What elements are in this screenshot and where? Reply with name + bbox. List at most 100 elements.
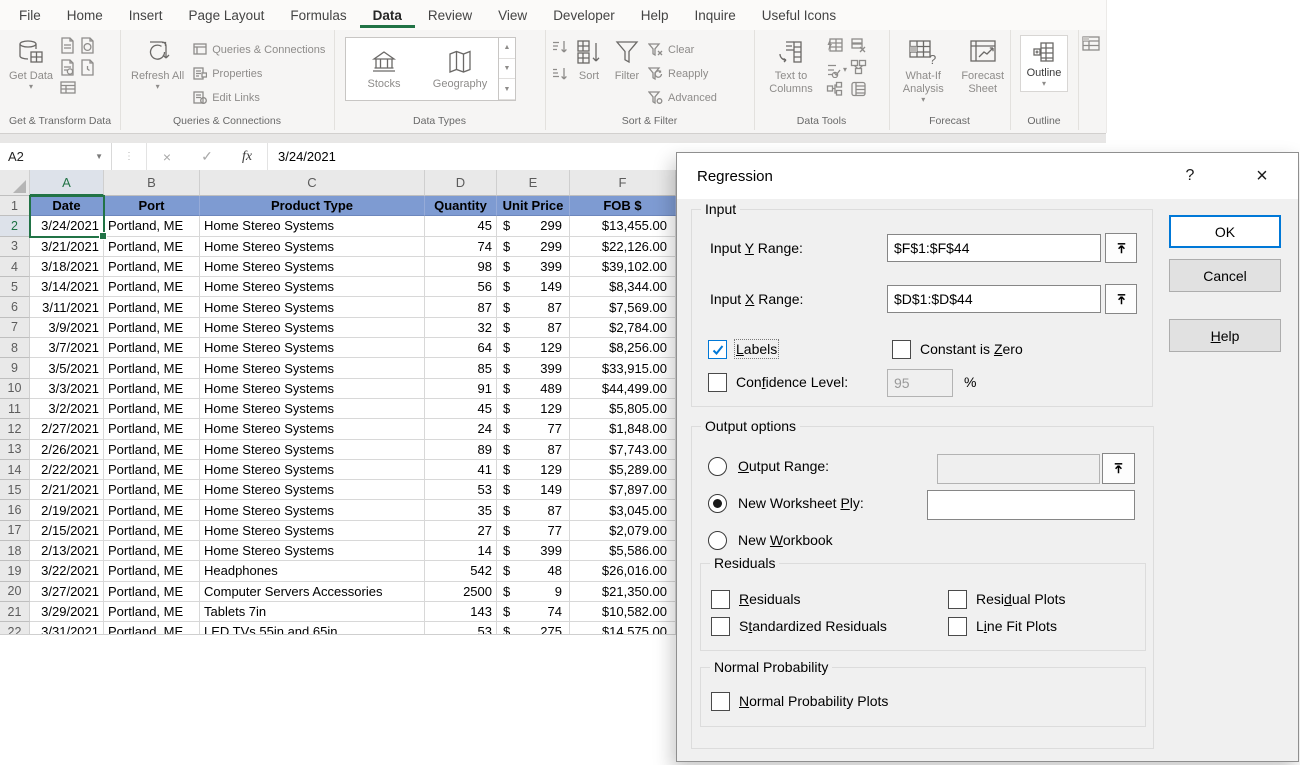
cell[interactable]: $33,915.00 (570, 358, 676, 378)
cell[interactable]: $2,079.00 (570, 521, 676, 541)
reapply-filter-button[interactable]: Reapply (648, 63, 717, 84)
line-fit-plots-checkbox[interactable] (948, 617, 967, 636)
tab-help[interactable]: Help (628, 2, 682, 28)
manage-data-model-icon[interactable] (850, 81, 874, 103)
text-to-columns-button[interactable]: Text to Columns (760, 35, 822, 97)
output-range-radio[interactable] (708, 457, 727, 476)
row-number[interactable]: 16 (0, 500, 30, 520)
refresh-all-button[interactable]: Refresh All ▾ (128, 35, 187, 92)
formula-bar-grip[interactable]: ⋮ (112, 151, 146, 162)
cell[interactable]: 3/3/2021 (30, 379, 104, 399)
cell[interactable]: $87 (497, 500, 570, 520)
stocks-button[interactable]: Stocks (346, 38, 422, 100)
header-cell[interactable]: Port (104, 196, 200, 216)
insert-function-icon[interactable]: fx (227, 149, 267, 165)
cell[interactable]: 2/15/2021 (30, 521, 104, 541)
cell[interactable]: Portland, ME (104, 541, 200, 561)
tab-data[interactable]: Data (360, 2, 415, 28)
residuals-checkbox[interactable] (711, 590, 730, 609)
worksheet-grid[interactable]: ABCDEF1DatePortProduct TypeQuantityUnit … (0, 170, 677, 635)
tab-view[interactable]: View (485, 2, 540, 28)
cell[interactable]: Portland, ME (104, 338, 200, 358)
cell[interactable]: $21,350.00 (570, 582, 676, 602)
cell[interactable]: 45 (425, 399, 497, 419)
cell[interactable]: Portland, ME (104, 582, 200, 602)
cell[interactable]: Home Stereo Systems (200, 257, 425, 277)
cell[interactable]: $74 (497, 602, 570, 622)
constant-is-zero-checkbox[interactable] (892, 340, 911, 359)
cell[interactable]: Portland, ME (104, 561, 200, 581)
flash-fill-icon[interactable] (826, 37, 850, 59)
confidence-level-checkbox[interactable] (708, 373, 727, 392)
cell[interactable]: 3/27/2021 (30, 582, 104, 602)
cell[interactable]: $9 (497, 582, 570, 602)
cell[interactable]: $48 (497, 561, 570, 581)
cell[interactable]: 143 (425, 602, 497, 622)
cell[interactable]: Home Stereo Systems (200, 419, 425, 439)
cell[interactable]: $129 (497, 460, 570, 480)
cell[interactable]: $399 (497, 358, 570, 378)
row-number[interactable]: 3 (0, 237, 30, 257)
input-x-range-field[interactable]: $D$1:$D$44 (887, 285, 1101, 313)
dialog-close-icon[interactable]: × (1247, 163, 1277, 189)
row-number[interactable]: 20 (0, 582, 30, 602)
cell[interactable]: $5,586.00 (570, 541, 676, 561)
cell[interactable]: $5,289.00 (570, 460, 676, 480)
residual-plots-label[interactable]: Residual Plots (976, 591, 1066, 607)
cell[interactable]: $149 (497, 277, 570, 297)
cell[interactable]: $5,805.00 (570, 399, 676, 419)
cell[interactable]: 89 (425, 440, 497, 460)
cell[interactable]: $10,582.00 (570, 602, 676, 622)
new-worksheet-ply-field[interactable] (927, 490, 1135, 520)
cell[interactable]: Computer Servers Accessories (200, 582, 425, 602)
labels-checkbox[interactable] (708, 340, 727, 359)
cell[interactable]: Home Stereo Systems (200, 297, 425, 317)
output-range-picker-button[interactable] (1102, 453, 1135, 484)
cell[interactable]: $129 (497, 399, 570, 419)
outline-button[interactable]: Outline ▾ (1020, 35, 1069, 92)
row-number[interactable]: 18 (0, 541, 30, 561)
forecast-sheet-button[interactable]: Forecast Sheet (955, 35, 1010, 97)
cell[interactable]: Portland, ME (104, 440, 200, 460)
dialog-help-icon[interactable]: ? (1175, 163, 1205, 189)
cell[interactable]: 3/21/2021 (30, 237, 104, 257)
properties-button[interactable]: Properties (193, 63, 325, 84)
column-header-b[interactable]: B (104, 170, 200, 196)
tab-page-layout[interactable]: Page Layout (176, 2, 278, 28)
cell[interactable]: $44,499.00 (570, 379, 676, 399)
gallery-up-button[interactable]: ▲ (499, 38, 515, 59)
row-number[interactable]: 1 (0, 196, 30, 216)
queries-connections-button[interactable]: Queries & Connections (193, 39, 325, 60)
row-number[interactable]: 9 (0, 358, 30, 378)
cell[interactable]: $149 (497, 480, 570, 500)
row-number[interactable]: 6 (0, 297, 30, 317)
existing-connections-icon[interactable] (60, 81, 80, 103)
cell[interactable]: 2500 (425, 582, 497, 602)
residual-plots-checkbox[interactable] (948, 590, 967, 609)
cell[interactable]: 24 (425, 419, 497, 439)
cell[interactable]: Home Stereo Systems (200, 338, 425, 358)
tab-developer[interactable]: Developer (540, 2, 628, 28)
cell[interactable]: Portland, ME (104, 460, 200, 480)
row-number[interactable]: 21 (0, 602, 30, 622)
remove-duplicates-icon[interactable] (850, 37, 874, 59)
cell[interactable]: Home Stereo Systems (200, 460, 425, 480)
column-header-c[interactable]: C (200, 170, 425, 196)
cell[interactable]: $3,045.00 (570, 500, 676, 520)
constant-is-zero-label[interactable]: Constant is Zero (920, 341, 1023, 357)
header-cell[interactable]: Unit Price (497, 196, 570, 216)
row-number[interactable]: 22 (0, 622, 30, 635)
cell[interactable]: 35 (425, 500, 497, 520)
confidence-level-label[interactable]: Confidence Level: (736, 374, 848, 390)
input-y-range-picker-button[interactable] (1105, 233, 1137, 263)
cell[interactable]: Portland, ME (104, 257, 200, 277)
cell[interactable]: 3/31/2021 (30, 622, 104, 635)
cell[interactable]: 2/27/2021 (30, 419, 104, 439)
header-cell[interactable]: Product Type (200, 196, 425, 216)
cell[interactable]: 56 (425, 277, 497, 297)
cell[interactable]: Home Stereo Systems (200, 277, 425, 297)
new-worksheet-ply-label[interactable]: New Worksheet Ply: (738, 495, 864, 511)
from-text-csv-icon[interactable] (60, 37, 80, 59)
cell[interactable]: $489 (497, 379, 570, 399)
edit-links-button[interactable]: Edit Links (193, 87, 325, 108)
